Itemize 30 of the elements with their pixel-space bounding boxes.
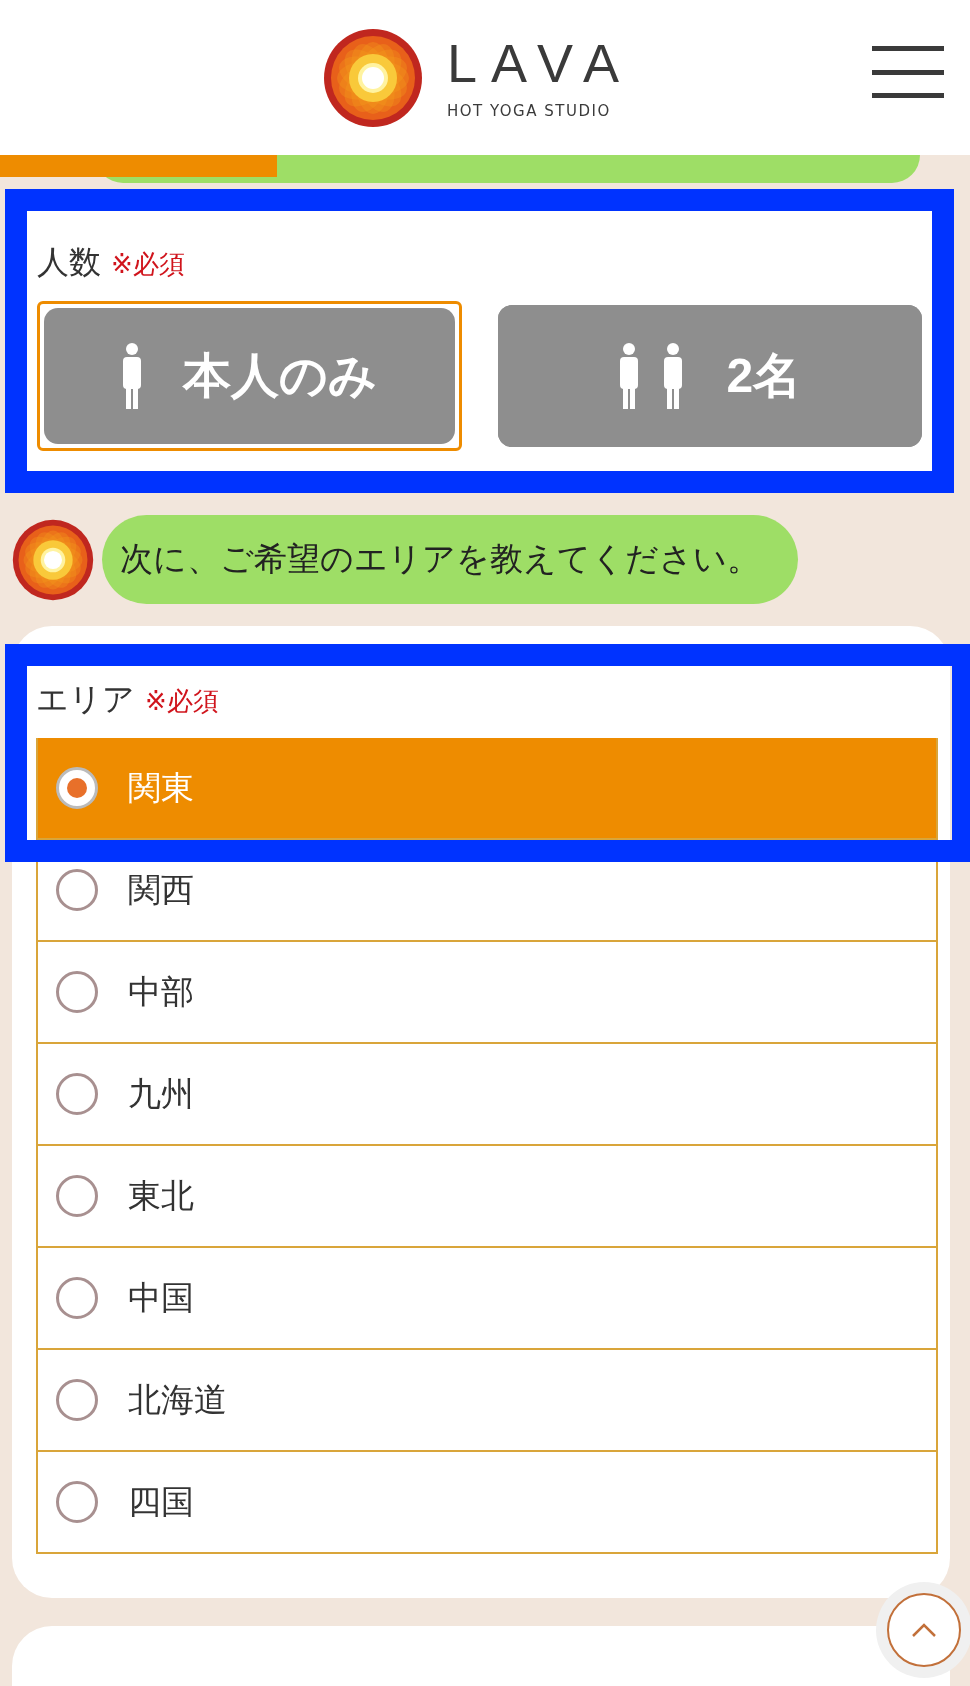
chevron-up-icon — [911, 1622, 937, 1638]
option-label: 本人のみ — [183, 348, 378, 404]
radio-button[interactable] — [56, 767, 98, 809]
chat-bubble: 次に、ご希望のエリアを教えてください。 — [102, 515, 798, 604]
menu-button[interactable] — [872, 46, 944, 98]
radio-button[interactable] — [56, 1073, 98, 1115]
option-label: 中国 — [128, 1276, 194, 1319]
radio-button[interactable] — [56, 1277, 98, 1319]
option-label: 四国 — [128, 1480, 194, 1523]
option-label: 2名 — [726, 348, 802, 404]
radio-button[interactable] — [56, 869, 98, 911]
option-label: 東北 — [128, 1174, 194, 1217]
option-label: 中部 — [128, 970, 194, 1013]
radio-button[interactable] — [56, 1379, 98, 1421]
option-label: 関西 — [128, 868, 194, 911]
option-label: 北海道 — [128, 1378, 227, 1421]
field-label: エリア — [36, 679, 135, 720]
brand-name: LAVA — [446, 35, 634, 90]
option-label: 関東 — [128, 766, 194, 809]
radio-button[interactable] — [56, 1481, 98, 1523]
logo-icon — [12, 518, 94, 601]
radio-button[interactable] — [56, 971, 98, 1013]
option-label: 九州 — [128, 1072, 194, 1115]
required-mark: ※必須 — [145, 685, 219, 718]
person-icon — [121, 343, 144, 409]
field-label: 人数 — [37, 242, 101, 283]
required-mark: ※必須 — [111, 248, 185, 281]
brand-tagline: HOT YOGA STUDIO — [446, 101, 612, 120]
radio-button[interactable] — [56, 1175, 98, 1217]
logo-icon — [322, 27, 423, 128]
